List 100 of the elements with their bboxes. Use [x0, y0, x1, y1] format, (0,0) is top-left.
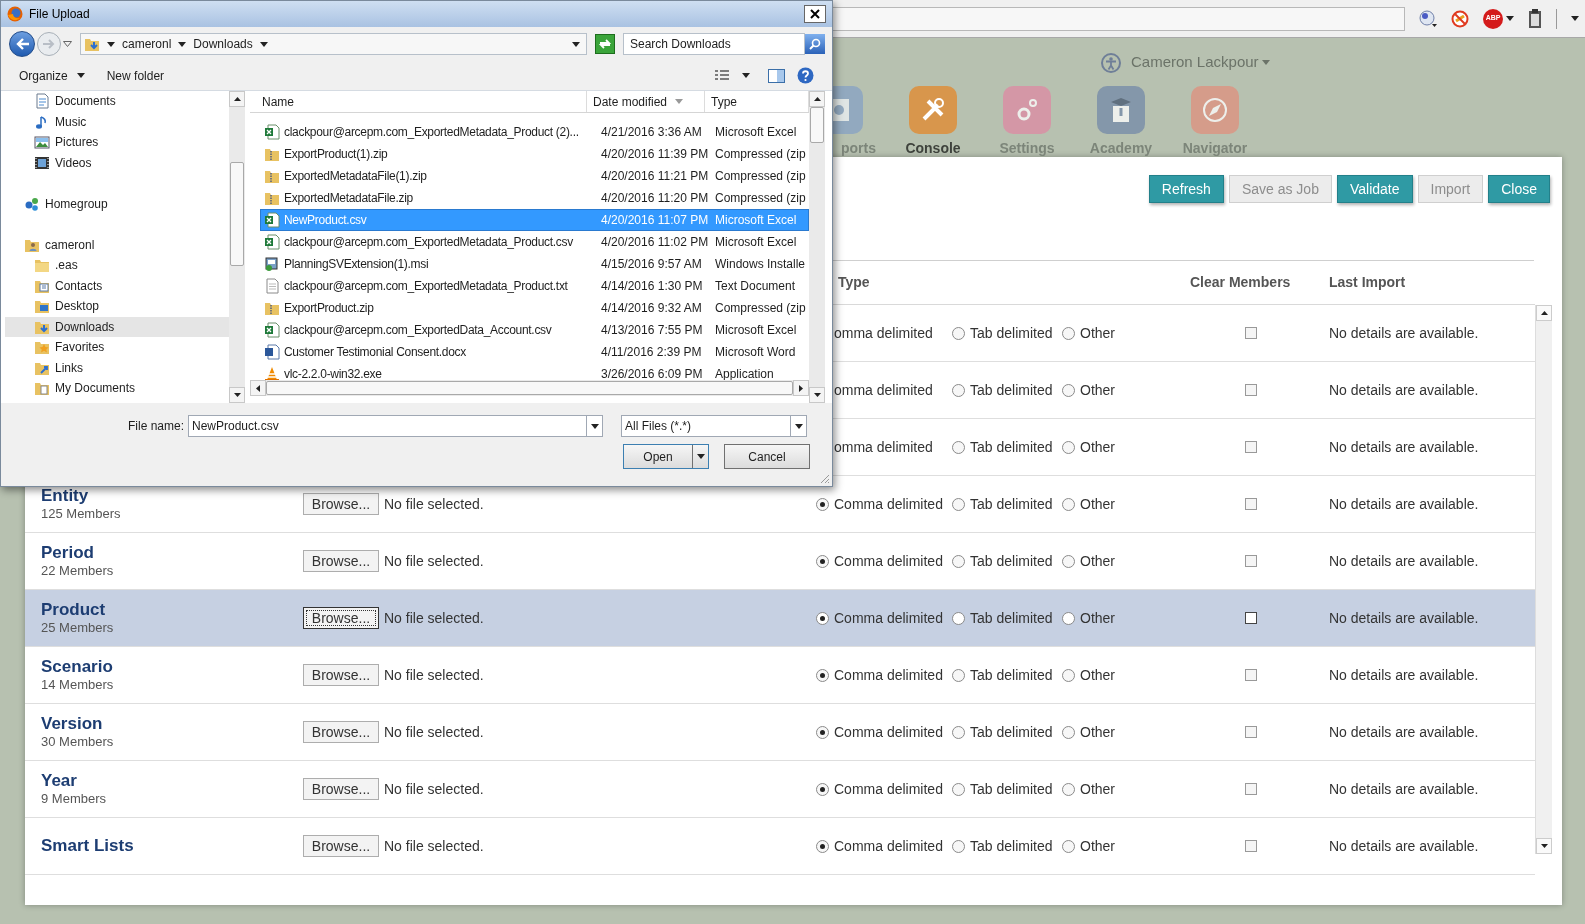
search-button[interactable]	[805, 34, 825, 54]
radio-button[interactable]	[952, 839, 965, 853]
radio-button[interactable]	[952, 440, 965, 454]
radio-button[interactable]	[952, 554, 965, 568]
radio-button[interactable]	[1062, 725, 1075, 739]
browse-button[interactable]: Browse...	[303, 607, 379, 629]
checkbox[interactable]	[1245, 783, 1257, 795]
radio-button[interactable]	[816, 611, 829, 625]
table-row[interactable]: Version 30 Members Browse... No file selected. Comma delimited Tab delimited Other No details are available.	[25, 704, 1535, 761]
dropdown-button[interactable]	[587, 415, 603, 437]
radio-button[interactable]	[952, 725, 965, 739]
nav-item[interactable]: .eas	[5, 255, 229, 276]
checkbox[interactable]	[1245, 726, 1257, 738]
radio-label[interactable]: Other	[1080, 664, 1115, 686]
scrollbar-thumb[interactable]	[810, 107, 824, 143]
checkbox[interactable]	[1245, 840, 1257, 852]
radio-button[interactable]	[816, 839, 829, 853]
cancel-button[interactable]: Cancel	[724, 444, 810, 469]
file-row[interactable]: PlanningSVExtension(1).msi 4/15/2016 9:57 AM Windows Installe	[261, 253, 809, 275]
nav-item[interactable]: Videos	[5, 152, 229, 173]
table-row[interactable]: Year 9 Members Browse... No file selected. Comma delimited Tab delimited Other No details are available.	[25, 761, 1535, 818]
table-row[interactable]: Scenario 14 Members Browse... No file selected. Comma delimited Tab delimited Other No details are available.	[25, 647, 1535, 704]
browse-button[interactable]: Browse...	[303, 835, 379, 857]
column-header[interactable]: Name	[250, 91, 587, 112]
checkbox[interactable]	[1245, 612, 1257, 624]
browse-button[interactable]: Browse...	[303, 493, 379, 515]
table-row[interactable]: Smart Lists Browse... No file selected. Comma delimited Tab delimited Other No details are available.	[25, 818, 1535, 875]
radio-button[interactable]	[816, 497, 829, 511]
radio-button[interactable]	[816, 668, 829, 682]
scrollbar-thumb[interactable]	[230, 162, 244, 266]
radio-label[interactable]: omma delimited	[834, 436, 933, 458]
radio-label[interactable]: Tab delimited	[970, 322, 1053, 344]
nav-item[interactable]: Music	[5, 111, 229, 132]
radio-button[interactable]	[816, 782, 829, 796]
checkbox[interactable]	[1245, 384, 1257, 396]
app-tile-icon[interactable]	[1097, 86, 1145, 134]
nav-item[interactable]: Downloads	[5, 316, 229, 337]
nav-item[interactable]: cameronl	[5, 234, 229, 255]
clipboard-icon[interactable]	[1528, 8, 1542, 29]
radio-button[interactable]	[1062, 497, 1075, 511]
radio-button[interactable]	[952, 326, 965, 340]
nav-item[interactable]: Homegroup	[5, 193, 229, 214]
radio-label[interactable]: Tab delimited	[970, 835, 1053, 857]
radio-label[interactable]: Comma delimited	[834, 721, 943, 743]
app-tile-icon[interactable]	[1003, 86, 1051, 134]
radio-label[interactable]: Tab delimited	[970, 664, 1053, 686]
file-row[interactable]: Customer Testimonial Consent.docx 4/11/2016 2:39 PM Microsoft Word	[261, 341, 809, 363]
scrollbar[interactable]	[1535, 305, 1552, 854]
radio-label[interactable]: Other	[1080, 835, 1115, 857]
scrollbar[interactable]	[229, 91, 245, 403]
nav-item[interactable]: Documents	[5, 91, 229, 112]
radio-label[interactable]: Tab delimited	[970, 607, 1053, 629]
nav-item[interactable]: Pictures	[5, 132, 229, 153]
nav-item[interactable]: Contacts	[5, 275, 229, 296]
table-row[interactable]: Period 22 Members Browse... No file selected. Comma delimited Tab delimited Other No details are available.	[25, 533, 1535, 590]
radio-button[interactable]	[816, 725, 829, 739]
blocked-icon[interactable]	[1451, 9, 1469, 28]
browse-button[interactable]: Browse...	[303, 721, 379, 743]
radio-label[interactable]: Tab delimited	[970, 778, 1053, 800]
browse-button[interactable]: Browse...	[303, 664, 379, 686]
radio-label[interactable]: Other	[1080, 493, 1115, 515]
radio-label[interactable]: Other	[1080, 379, 1115, 401]
app-tile-icon[interactable]	[1191, 86, 1239, 134]
address-bar[interactable]: cameronl Downloads	[80, 33, 587, 55]
radio-label[interactable]: Other	[1080, 721, 1115, 743]
browse-button[interactable]: Browse...	[303, 550, 379, 572]
file-row[interactable]: ExportProduct(1).zip 4/20/2016 11:39 PM Compressed (zip	[261, 143, 809, 165]
open-button[interactable]: Open	[623, 444, 709, 469]
radio-label[interactable]: Comma delimited	[834, 493, 943, 515]
radio-label[interactable]: Comma delimited	[834, 550, 943, 572]
file-type-dropdown[interactable]: All Files (*.*)	[621, 415, 807, 437]
radio-label[interactable]: Other	[1080, 550, 1115, 572]
radio-label[interactable]: Tab delimited	[970, 550, 1053, 572]
radio-button[interactable]	[1062, 668, 1075, 682]
breadcrumb-item[interactable]: Downloads	[193, 35, 253, 53]
file-row[interactable]: ExportedMetadataFile.zip 4/20/2016 11:20 PM Compressed (zip	[261, 187, 809, 209]
radio-label[interactable]: Tab delimited	[970, 436, 1053, 458]
radio-button[interactable]	[1062, 440, 1075, 454]
refresh-button[interactable]	[595, 34, 615, 54]
radio-button[interactable]	[952, 668, 965, 682]
checkbox[interactable]	[1245, 498, 1257, 510]
scrollbar[interactable]	[809, 91, 825, 403]
app-label[interactable]: Console	[905, 140, 961, 156]
radio-button[interactable]	[1062, 554, 1075, 568]
checkbox[interactable]	[1245, 441, 1257, 453]
file-name-field[interactable]: NewProduct.csv	[188, 415, 587, 437]
radio-label[interactable]: Tab delimited	[970, 493, 1053, 515]
checkbox[interactable]	[1245, 669, 1257, 681]
radio-button[interactable]	[1062, 326, 1075, 340]
checkbox[interactable]	[1245, 327, 1257, 339]
radio-label[interactable]: Other	[1080, 778, 1115, 800]
help-icon[interactable]	[797, 67, 814, 84]
app-tile-icon[interactable]	[909, 86, 957, 134]
radio-label[interactable]: omma delimited	[834, 322, 933, 344]
radio-button[interactable]	[816, 554, 829, 568]
radio-label[interactable]: omma delimited	[834, 379, 933, 401]
browse-button[interactable]: Browse...	[303, 778, 379, 800]
nav-item[interactable]: My Documents	[5, 378, 229, 399]
toolbar-button[interactable]: New folder	[98, 64, 173, 87]
checkbox[interactable]	[1245, 555, 1257, 567]
